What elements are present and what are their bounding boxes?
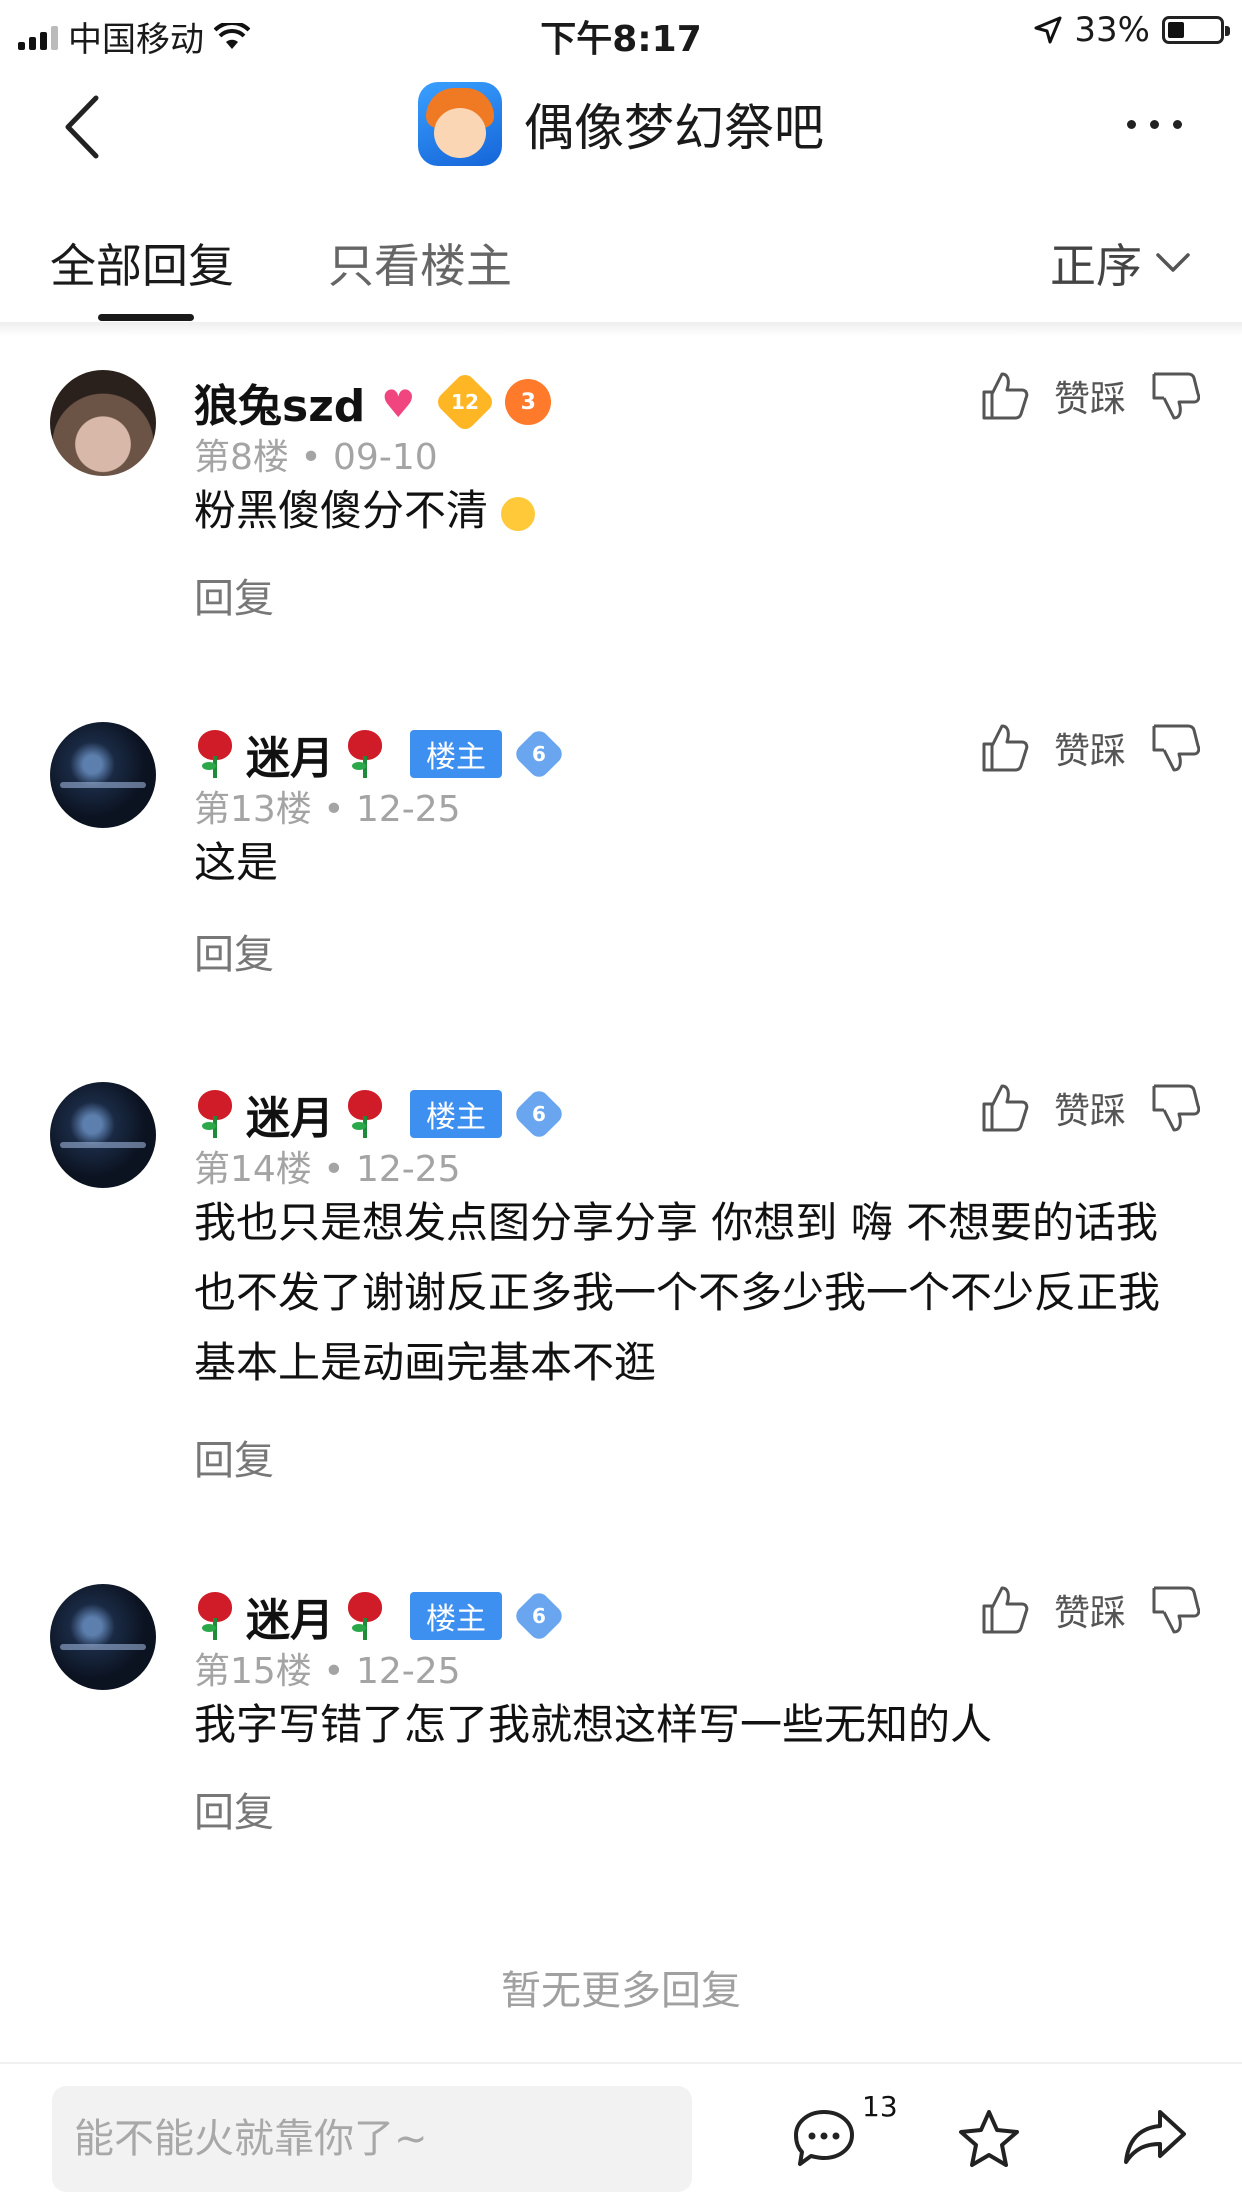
- vote-actions: 赞踩: [980, 1082, 1200, 1134]
- thumbs-up-icon[interactable]: [980, 722, 1030, 774]
- battery-icon: [1162, 16, 1230, 44]
- reply-button[interactable]: 回复: [194, 1428, 274, 1486]
- chevron-down-icon: [1156, 253, 1190, 272]
- thumbs-down-icon[interactable]: [1150, 1584, 1200, 1636]
- vote-actions: 赞踩: [980, 1584, 1200, 1636]
- rose-icon: [344, 1590, 386, 1642]
- owner-badge: 楼主: [410, 1090, 502, 1138]
- reply-content: 这是: [194, 838, 279, 887]
- tabs-divider: [0, 322, 1242, 336]
- reply-content: 我也只是想发点图分享分享 你想到 嗨 不想要的话我也不发了谢谢反正多我一个不多少…: [194, 1198, 1161, 1387]
- thumbs-down-icon[interactable]: [1150, 722, 1200, 774]
- level-badge: 6: [512, 1087, 566, 1141]
- username-row: 迷月 楼主 6: [194, 1082, 566, 1146]
- username-row: 迷月 楼主 6: [194, 1584, 566, 1648]
- post-meta: 第15楼 • 12-25: [194, 1651, 461, 1692]
- nav-bar: 偶像梦幻祭吧: [0, 62, 1242, 192]
- reply-tabs: 全部回复 只看楼主 正序: [0, 192, 1242, 322]
- owner-badge: 楼主: [410, 730, 502, 778]
- post-meta: 第8楼 • 09-10: [194, 437, 438, 478]
- forum-avatar[interactable]: [418, 82, 502, 166]
- location-arrow-icon: [1034, 16, 1062, 44]
- comment-count: 13: [862, 2090, 898, 2123]
- tab-owner-only[interactable]: 只看楼主: [328, 230, 512, 296]
- vote-actions: 赞踩: [980, 722, 1200, 774]
- share-icon[interactable]: [1122, 2108, 1188, 2166]
- thumbs-down-icon[interactable]: [1150, 370, 1200, 422]
- tab-all-replies[interactable]: 全部回复: [50, 230, 234, 296]
- post-date: 09-10: [333, 437, 438, 478]
- avatar[interactable]: [50, 722, 156, 828]
- post-date: 12-25: [355, 1651, 461, 1692]
- reply-content: 我字写错了怎了我就想这样写一些无知的人: [194, 1700, 993, 1749]
- username[interactable]: 狼兔szd: [194, 370, 365, 434]
- comment-icon[interactable]: [792, 2108, 856, 2168]
- username[interactable]: 迷月: [246, 1584, 334, 1648]
- floor-number: 第13楼: [194, 789, 312, 830]
- rose-icon: [194, 1088, 236, 1140]
- star-icon[interactable]: [956, 2108, 1022, 2170]
- rose-icon: [194, 1590, 236, 1642]
- level-badge: 6: [512, 727, 566, 781]
- medal-badge: 3: [505, 379, 552, 425]
- username[interactable]: 迷月: [246, 722, 334, 786]
- reply-button[interactable]: 回复: [194, 922, 274, 980]
- thumbs-up-icon[interactable]: [980, 370, 1030, 422]
- level-badge: 12: [434, 370, 497, 434]
- username-row: 狼兔szd ♥ 12 3: [194, 370, 552, 434]
- sort-label: 正序: [1050, 239, 1142, 293]
- battery-percent: 33%: [1074, 10, 1150, 50]
- owner-badge: 楼主: [410, 1592, 502, 1640]
- vote-label: 赞踩: [1053, 1091, 1126, 1132]
- avatar[interactable]: [50, 1584, 156, 1690]
- status-bar: 中国移动 下午8:17 33%: [0, 0, 1242, 62]
- active-tab-indicator: [98, 314, 194, 321]
- rose-icon: [344, 728, 386, 780]
- thumbs-up-icon[interactable]: [980, 1082, 1030, 1134]
- level-badge: 6: [512, 1589, 566, 1643]
- post-date: 12-25: [355, 1149, 461, 1190]
- floor-number: 第15楼: [194, 1651, 312, 1692]
- username-row: 迷月 楼主 6: [194, 722, 566, 786]
- avatar[interactable]: [50, 1082, 156, 1188]
- vote-actions: 赞踩: [980, 370, 1200, 422]
- vote-label: 赞踩: [1053, 1593, 1126, 1634]
- floor-number: 第8楼: [194, 437, 289, 478]
- vote-label: 赞踩: [1053, 379, 1126, 420]
- post-date: 12-25: [355, 789, 461, 830]
- thumbs-up-icon[interactable]: [980, 1584, 1030, 1636]
- reply-button[interactable]: 回复: [194, 1780, 274, 1838]
- reply-input[interactable]: [52, 2086, 692, 2192]
- post-meta: 第14楼 • 12-25: [194, 1149, 461, 1190]
- no-more-replies: 暂无更多回复: [501, 1968, 741, 2014]
- heart-arrow-icon: ♥: [381, 382, 416, 426]
- more-options-icon[interactable]: [1127, 120, 1182, 129]
- username[interactable]: 迷月: [246, 1082, 334, 1146]
- bottom-bar: 13: [0, 2062, 1242, 2210]
- rose-icon: [194, 728, 236, 780]
- avatar[interactable]: [50, 370, 156, 476]
- reply-content: 粉黑傻傻分不清: [194, 476, 1194, 546]
- vote-label: 赞踩: [1053, 731, 1126, 772]
- rose-icon: [344, 1088, 386, 1140]
- floor-number: 第14楼: [194, 1149, 312, 1190]
- dizzy-face-emoji-icon: [501, 496, 536, 531]
- post-meta: 第13楼 • 12-25: [194, 789, 461, 830]
- thumbs-down-icon[interactable]: [1150, 1082, 1200, 1134]
- sort-dropdown[interactable]: 正序: [1050, 230, 1190, 296]
- reply-button[interactable]: 回复: [194, 566, 274, 624]
- forum-title[interactable]: 偶像梦幻祭吧: [524, 88, 824, 160]
